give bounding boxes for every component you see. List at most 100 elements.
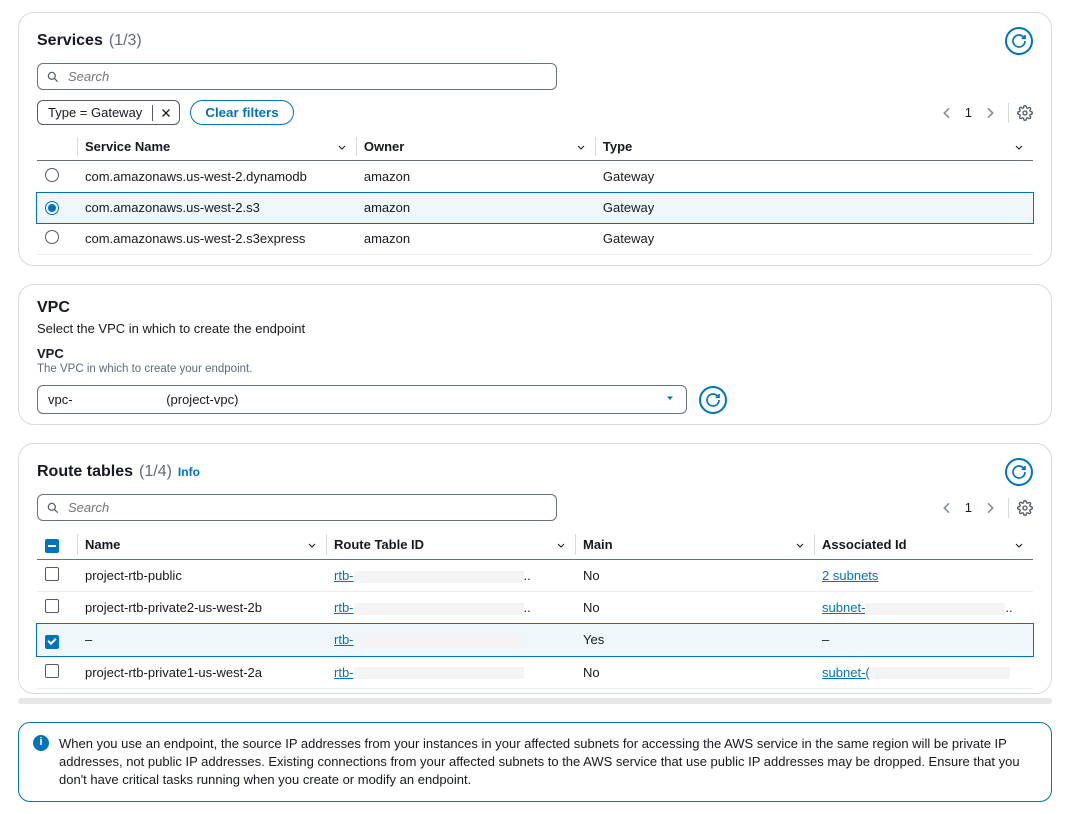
service-name-cell: com.amazonaws.us-west-2.s3: [77, 193, 356, 223]
route-tables-panel: Route tables (1/4) Info 1 Name Route Tab…: [18, 443, 1052, 694]
routes-count: (1/4): [139, 463, 172, 481]
routes-info-link[interactable]: Info: [178, 465, 200, 479]
service-row-radio[interactable]: [45, 168, 59, 182]
sort-icon: [306, 537, 318, 549]
route-name-cell: project-rtb-private2-us-west-2b: [77, 592, 326, 624]
services-title: Services: [37, 32, 103, 50]
route-main-cell: No: [575, 560, 814, 592]
service-name-cell: com.amazonaws.us-west-2.dynamodb: [77, 161, 356, 193]
col-route-main[interactable]: Main: [583, 537, 613, 552]
route-table-id-link[interactable]: rtb-: [334, 632, 354, 647]
table-row[interactable]: project-rtb-publicrtb-..No2 subnets: [37, 560, 1033, 592]
service-owner-cell: amazon: [356, 223, 595, 255]
route-id-cell: rtb-: [326, 624, 575, 657]
vpc-subtitle: Select the VPC in which to create the en…: [37, 321, 1033, 336]
route-id-cell: rtb-..: [326, 560, 575, 592]
route-row-checkbox[interactable]: [45, 599, 59, 613]
routes-title: Route tables: [37, 463, 133, 481]
routes-settings-button[interactable]: [1017, 500, 1033, 516]
route-table-id-link[interactable]: rtb-: [334, 600, 354, 615]
refresh-icon: [705, 392, 721, 408]
endpoint-info-text: When you use an endpoint, the source IP …: [59, 735, 1037, 790]
sort-icon: [794, 537, 806, 549]
col-route-assoc[interactable]: Associated Id: [822, 537, 907, 552]
routes-search-field[interactable]: [66, 499, 548, 516]
vpc-refresh-button[interactable]: [699, 386, 727, 414]
vpc-helper-text: The VPC in which to create your endpoint…: [37, 363, 1033, 375]
routes-prev-page-button[interactable]: [937, 498, 957, 518]
refresh-icon: [1011, 464, 1027, 480]
route-table-id-link[interactable]: rtb-: [334, 665, 354, 680]
vpc-select-dropdown[interactable]: vpc- (project-vpc): [37, 385, 687, 414]
chevron-left-icon: [939, 105, 955, 121]
table-row[interactable]: –rtb-Yes–: [37, 624, 1033, 657]
associated-id-link[interactable]: subnet-(: [822, 665, 870, 680]
col-owner[interactable]: Owner: [364, 139, 404, 154]
vpc-field-label: VPC: [37, 346, 1033, 361]
chevron-left-icon: [939, 500, 955, 516]
horizontal-scrollbar[interactable]: [18, 698, 1052, 704]
vpc-title: VPC: [37, 299, 1033, 317]
table-row[interactable]: project-rtb-private1-us-west-2artb-Nosub…: [37, 656, 1033, 688]
associated-id-link[interactable]: 2 subnets: [822, 568, 878, 583]
sort-icon: [1013, 139, 1025, 151]
services-panel: Services (1/3) Type = Gateway Clear filt…: [18, 12, 1052, 266]
service-owner-cell: amazon: [356, 193, 595, 223]
services-table: Service Name Owner Type com.amazonaws.us…: [37, 133, 1033, 255]
table-row[interactable]: com.amazonaws.us-west-2.s3expressamazonG…: [37, 223, 1033, 255]
chevron-down-icon: [664, 392, 676, 407]
route-main-cell: No: [575, 592, 814, 624]
services-search-field[interactable]: [66, 68, 548, 85]
associated-id-link[interactable]: subnet-: [822, 600, 865, 615]
route-name-cell: –: [77, 624, 326, 657]
route-row-checkbox[interactable]: [45, 567, 59, 581]
service-row-radio[interactable]: [45, 230, 59, 244]
route-assoc-cell: –: [814, 624, 1033, 657]
sort-icon: [336, 139, 348, 151]
gear-icon: [1017, 500, 1033, 516]
col-service-name[interactable]: Service Name: [85, 139, 170, 154]
service-row-radio[interactable]: [45, 201, 59, 215]
refresh-icon: [1011, 33, 1027, 49]
services-prev-page-button[interactable]: [937, 103, 957, 123]
info-icon: i: [33, 735, 49, 751]
routes-next-page-button[interactable]: [980, 498, 1000, 518]
services-settings-button[interactable]: [1017, 105, 1033, 121]
sort-icon: [575, 139, 587, 151]
filter-chip-remove-button[interactable]: [152, 105, 179, 121]
service-type-cell: Gateway: [595, 193, 1033, 223]
table-row[interactable]: com.amazonaws.us-west-2.s3amazonGateway: [37, 193, 1033, 223]
table-row[interactable]: project-rtb-private2-us-west-2brtb-..Nos…: [37, 592, 1033, 624]
route-assoc-cell: 2 subnets: [814, 560, 1033, 592]
routes-table: Name Route Table ID Main Associated Id p…: [37, 529, 1033, 689]
routes-page-number: 1: [965, 500, 972, 515]
service-name-cell: com.amazonaws.us-west-2.s3express: [77, 223, 356, 255]
col-type[interactable]: Type: [603, 139, 632, 154]
endpoint-info-alert: i When you use an endpoint, the source I…: [18, 722, 1052, 803]
service-owner-cell: amazon: [356, 161, 595, 193]
filter-chip-label: Type = Gateway: [38, 101, 152, 124]
services-next-page-button[interactable]: [980, 103, 1000, 123]
routes-refresh-button[interactable]: [1005, 458, 1033, 486]
routes-pagination: 1: [937, 498, 1033, 518]
services-refresh-button[interactable]: [1005, 27, 1033, 55]
services-page-number: 1: [965, 105, 972, 120]
col-route-name[interactable]: Name: [85, 537, 120, 552]
services-pagination: 1: [937, 103, 1033, 123]
route-main-cell: No: [575, 656, 814, 688]
route-table-id-link[interactable]: rtb-: [334, 568, 354, 583]
filter-chip-type-gateway: Type = Gateway: [37, 100, 180, 125]
clear-filters-button[interactable]: Clear filters: [190, 100, 293, 125]
search-icon: [46, 70, 60, 84]
sort-icon: [1013, 537, 1025, 549]
service-type-cell: Gateway: [595, 223, 1033, 255]
service-type-cell: Gateway: [595, 161, 1033, 193]
table-row[interactable]: com.amazonaws.us-west-2.dynamodbamazonGa…: [37, 161, 1033, 193]
routes-search-input[interactable]: [37, 494, 557, 521]
route-assoc-cell: subnet-(: [814, 656, 1033, 688]
col-route-id[interactable]: Route Table ID: [334, 537, 424, 552]
route-row-checkbox[interactable]: [45, 635, 59, 649]
services-search-input[interactable]: [37, 63, 557, 90]
routes-select-all-checkbox[interactable]: [45, 539, 59, 553]
chevron-right-icon: [982, 500, 998, 516]
